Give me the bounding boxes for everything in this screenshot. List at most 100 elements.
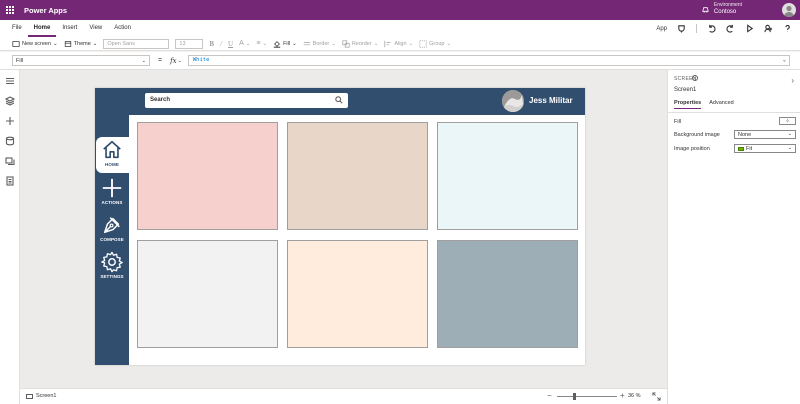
gallery-tile[interactable]	[287, 122, 428, 230]
nav-home-label: HOME	[105, 162, 119, 167]
undo-icon[interactable]	[707, 24, 716, 33]
gallery-tile[interactable]	[137, 122, 278, 230]
border-button[interactable]: Border ⌄	[303, 40, 336, 48]
environment-picker[interactable]: Environment Contoso	[701, 2, 742, 16]
fill-property-label: Fill	[674, 119, 682, 125]
paint-bucket-icon: ⬨	[786, 118, 789, 124]
zoom-slider-thumb[interactable]	[573, 393, 577, 400]
chevron-down-icon: ⌄	[141, 58, 146, 64]
side-nav: HOME ACTIONS COMPOSE SETTINGS	[95, 115, 129, 365]
divider	[668, 112, 800, 113]
profile-picture[interactable]	[502, 90, 524, 112]
tab-advanced[interactable]: Advanced	[709, 100, 733, 109]
zoom-out-button[interactable]: −	[547, 391, 552, 400]
function-icon[interactable]: fx	[170, 57, 177, 65]
menu-view[interactable]: View	[83, 20, 108, 37]
font-family-select[interactable]: Open Sans	[103, 38, 170, 49]
formula-value: White	[192, 57, 210, 63]
theme-button[interactable]: Theme ⌄	[64, 40, 98, 48]
environment-label: Environment	[713, 2, 742, 8]
chevron-down-icon: ⌄	[373, 40, 379, 47]
nav-compose-label: COMPOSE	[100, 237, 124, 242]
user-avatar[interactable]	[782, 3, 796, 17]
menu-insert[interactable]: Insert	[56, 20, 83, 37]
align-button[interactable]: Align ⌄	[384, 40, 413, 48]
italic-button[interactable]: /	[220, 40, 222, 48]
home-icon	[103, 140, 121, 159]
fill-color-picker[interactable]: ⬨	[779, 117, 796, 125]
gallery-tile[interactable]	[137, 240, 278, 348]
properties-tabs: Properties Advanced	[674, 100, 734, 109]
nav-actions[interactable]: ACTIONS	[95, 177, 129, 205]
font-size-select[interactable]: 13	[175, 38, 204, 49]
bold-button[interactable]: B	[209, 40, 214, 48]
help-circle-icon[interactable]: ?	[692, 75, 698, 81]
chevron-down-icon: ⌄	[787, 145, 792, 151]
search-icon[interactable]	[335, 96, 343, 104]
border-icon	[303, 41, 310, 45]
ribbon-toolbar: New screen ⌄ Theme ⌄ Open Sans 13 B / U …	[0, 37, 800, 51]
nav-home[interactable]: HOME	[95, 139, 129, 167]
preview-play-icon[interactable]	[745, 24, 754, 33]
menu-file[interactable]: File	[6, 20, 28, 37]
gear-icon	[101, 251, 123, 273]
image-position-dropdown[interactable]: Fit ⌄	[734, 144, 796, 153]
group-icon	[419, 39, 427, 48]
menu-action[interactable]: Action	[108, 20, 137, 37]
app-screen[interactable]: Search Jess Militar HOME ACTIONS COMPOSE…	[95, 88, 585, 365]
font-color-button[interactable]: A ⌄	[239, 40, 250, 47]
gallery-tile[interactable]	[437, 122, 578, 230]
gallery-tile[interactable]	[287, 240, 428, 348]
nav-compose[interactable]: COMPOSE	[95, 214, 129, 242]
app-checker-icon[interactable]	[677, 24, 686, 33]
tab-properties[interactable]: Properties	[674, 100, 702, 109]
font-color-icon: A	[239, 40, 244, 47]
status-bar: Screen1 − + 36 %	[20, 388, 667, 404]
chevron-down-icon: ⌄	[53, 40, 58, 47]
fill-button[interactable]: Fill ⌄	[273, 40, 297, 48]
nav-settings[interactable]: SETTINGS	[95, 251, 129, 279]
group-label: Group	[429, 40, 445, 47]
redo-icon[interactable]	[726, 24, 735, 33]
underline-button[interactable]: U	[228, 40, 233, 48]
hamburger-menu-icon[interactable]	[5, 76, 15, 86]
property-select[interactable]: Fill ⌄	[12, 55, 150, 66]
gallery-tile[interactable]	[437, 240, 578, 348]
help-icon[interactable]	[783, 24, 792, 33]
advanced-tools-icon[interactable]	[5, 176, 15, 186]
chevron-down-icon[interactable]: ⌄	[178, 58, 182, 64]
reorder-button[interactable]: Reorder ⌄	[342, 39, 379, 48]
share-icon[interactable]	[764, 24, 773, 33]
environment-name: Contoso	[713, 9, 737, 15]
app-checker-label[interactable]: App	[656, 26, 667, 32]
media-icon[interactable]	[5, 156, 15, 166]
theme-label: Theme	[73, 40, 91, 47]
environment-icon	[702, 6, 709, 13]
app-launcher-icon[interactable]	[0, 0, 20, 20]
collapse-panel-chevron-icon[interactable]: ›	[791, 76, 794, 85]
control-name[interactable]: Screen1	[674, 87, 696, 93]
formula-input[interactable]: White ⌄	[187, 55, 790, 66]
background-image-dropdown[interactable]: None ⌄	[734, 130, 796, 139]
tree-view-layers-icon[interactable]	[4, 96, 16, 106]
data-cylinder-icon[interactable]	[5, 136, 15, 146]
text-align-button[interactable]: ≡ ⌄	[256, 40, 267, 47]
chevron-down-icon: ⌄	[92, 40, 98, 47]
group-button[interactable]: Group ⌄	[419, 39, 452, 48]
screen-selector[interactable]: Screen1	[26, 393, 57, 399]
screen-icon	[26, 393, 33, 399]
equals-sign: =	[158, 57, 163, 64]
zoom-slider[interactable]	[557, 393, 617, 400]
chevron-down-icon[interactable]: ⌄	[783, 57, 786, 63]
zoom-in-button[interactable]: +	[620, 391, 625, 400]
menu-home[interactable]: Home	[27, 20, 57, 37]
background-image-label: Background image	[674, 132, 720, 138]
new-screen-button[interactable]: New screen ⌄	[12, 40, 58, 48]
chevron-down-icon: ⌄	[446, 40, 452, 47]
search-box[interactable]: Search	[145, 93, 348, 108]
fit-to-window-icon[interactable]	[652, 392, 661, 401]
reorder-label: Reorder	[351, 40, 372, 47]
insert-plus-icon[interactable]	[5, 116, 15, 126]
canvas-area[interactable]: Search Jess Militar HOME ACTIONS COMPOSE…	[20, 70, 667, 388]
background-image-value: None	[738, 132, 752, 138]
